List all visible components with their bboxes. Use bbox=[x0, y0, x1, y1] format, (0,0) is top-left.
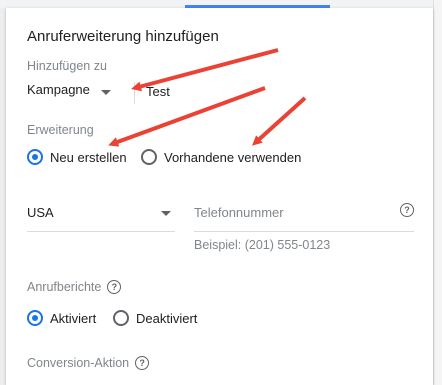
radio-enabled[interactable] bbox=[27, 310, 43, 326]
country-dropdown[interactable]: USA bbox=[27, 205, 175, 232]
call-reporting-label: Anrufberichte bbox=[27, 280, 102, 294]
add-to-label: Hinzufügen zu bbox=[27, 59, 107, 73]
country-value: USA bbox=[27, 205, 54, 220]
top-tab-strip bbox=[0, 0, 442, 8]
radio-enabled-option[interactable]: Aktiviert bbox=[27, 310, 96, 326]
level-dropdown[interactable]: Kampagne bbox=[27, 82, 122, 104]
level-dropdown-value: Kampagne bbox=[27, 82, 90, 97]
radio-enabled-label: Aktiviert bbox=[50, 310, 97, 326]
chevron-down-icon bbox=[161, 211, 171, 216]
campaign-selector[interactable]: Test bbox=[146, 84, 170, 99]
radio-disabled[interactable] bbox=[113, 310, 129, 326]
scrollbar-track[interactable] bbox=[433, 0, 442, 385]
radio-disabled-label: Deaktiviert bbox=[136, 310, 198, 326]
radio-new-create[interactable] bbox=[27, 149, 43, 165]
call-extension-panel: Anruferweiterung hinzufügen Hinzufügen z… bbox=[6, 8, 433, 385]
call-reporting-label-row: Anrufberichte ? bbox=[27, 280, 122, 294]
help-circle-icon[interactable]: ? bbox=[107, 280, 122, 294]
help-circle-icon[interactable]: ? bbox=[400, 203, 414, 217]
radio-existing-option[interactable]: Vorhandene verwenden bbox=[141, 149, 301, 165]
radio-new-option[interactable]: Neu erstellen bbox=[27, 149, 127, 165]
dropdown-divider bbox=[134, 82, 135, 104]
radio-disabled-option[interactable]: Deaktiviert bbox=[113, 310, 197, 326]
phone-placeholder: Telefonnummer bbox=[194, 205, 284, 220]
conversion-label: Conversion-Aktion bbox=[27, 356, 130, 370]
extension-label: Erweiterung bbox=[27, 123, 94, 137]
conversion-label-row: Conversion-Aktion ? bbox=[27, 356, 150, 370]
radio-existing-label: Vorhandene verwenden bbox=[164, 149, 302, 165]
phone-number-field[interactable]: Telefonnummer ? bbox=[194, 203, 414, 232]
radio-use-existing[interactable] bbox=[141, 149, 157, 165]
help-circle-icon[interactable]: ? bbox=[135, 356, 150, 370]
radio-new-label: Neu erstellen bbox=[50, 149, 127, 165]
chevron-down-icon bbox=[101, 90, 111, 95]
panel-title: Anruferweiterung hinzufügen bbox=[27, 28, 219, 45]
phone-example-hint: Beispiel: (201) 555-0123 bbox=[194, 238, 331, 252]
